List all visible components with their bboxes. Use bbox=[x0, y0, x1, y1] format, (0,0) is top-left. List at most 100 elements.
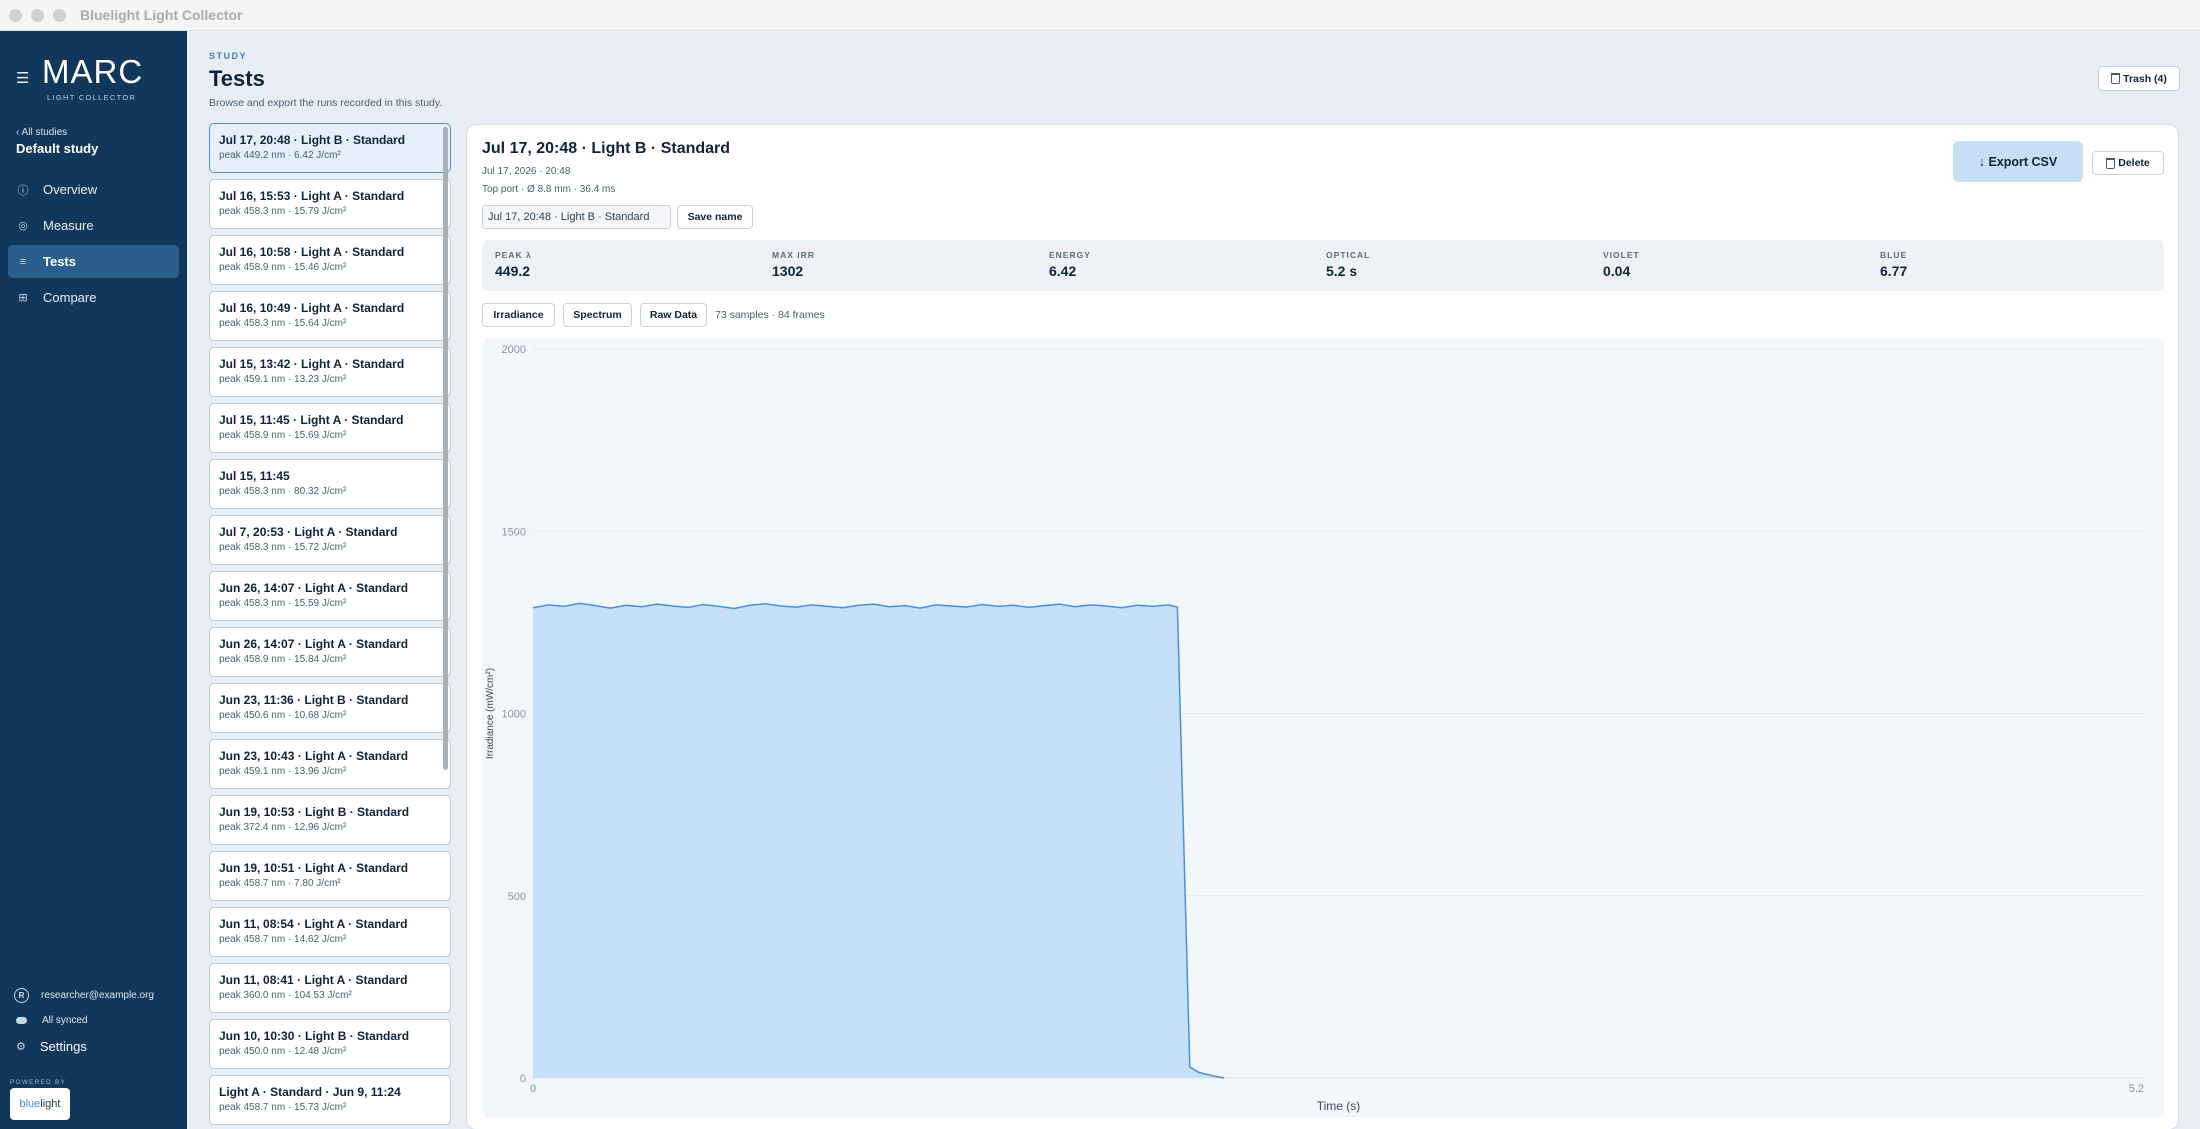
page-title: Tests bbox=[209, 66, 265, 91]
test-list-item[interactable]: Jun 19, 10:53 · Light B · Standard peak 3… bbox=[209, 795, 451, 845]
test-item-title: Jun 10, 10:30 · Light B · Standard bbox=[219, 1029, 410, 1043]
trash-label: Trash (4) bbox=[2123, 72, 2167, 85]
metric-label: OPTICAL bbox=[1326, 250, 1371, 260]
metric-label: ENERGY bbox=[1049, 250, 1091, 260]
metric-label: BLUE bbox=[1880, 250, 1908, 260]
test-item-summary: peak 360.0 nm · 104.53 J/cm² bbox=[219, 990, 352, 1001]
zoom-window-button[interactable] bbox=[53, 8, 66, 22]
metric-value: 1302 bbox=[772, 263, 804, 279]
metric-value: 0.04 bbox=[1603, 263, 1631, 279]
delete-button[interactable]: Delete bbox=[2092, 151, 2164, 175]
test-list-item[interactable]: Jul 7, 20:53 · Light A · Standard peak 45… bbox=[209, 515, 451, 565]
metric-label: PEAK λ bbox=[495, 250, 532, 260]
test-item-title: Jun 11, 08:41 · Light A · Standard bbox=[219, 973, 408, 987]
close-window-button[interactable] bbox=[9, 8, 22, 22]
test-list-item[interactable]: Jun 10, 10:30 · Light B · Standard peak 4… bbox=[209, 1019, 451, 1069]
trash-icon bbox=[2111, 73, 2121, 84]
test-list-item[interactable]: Jun 11, 08:41 · Light A · Standard peak 3… bbox=[209, 963, 451, 1013]
test-list-item[interactable]: Jun 11, 08:54 · Light A · Standard peak 4… bbox=[209, 907, 451, 957]
window-title: Bluelight Light Collector bbox=[80, 7, 243, 23]
window-titlebar: Bluelight Light Collector bbox=[0, 0, 2200, 31]
bluelight-logo: blue light bbox=[10, 1088, 70, 1120]
test-item-summary: peak 450.6 nm · 10.68 J/cm² bbox=[219, 710, 347, 721]
test-item-title: Jul 16, 10:58 · Light A · Standard bbox=[219, 245, 405, 259]
logo: MARC bbox=[42, 53, 144, 90]
metric-value: 6.42 bbox=[1049, 263, 1077, 279]
test-item-title: Jun 19, 10:51 · Light A · Standard bbox=[219, 861, 409, 875]
irradiance-area bbox=[533, 603, 1224, 1078]
test-item-summary: peak 458.9 nm · 15.84 J/cm² bbox=[219, 654, 347, 665]
metric-blue: BLUE 6.77 bbox=[1880, 250, 1907, 279]
metric-label: MAX IRR bbox=[772, 250, 815, 260]
sidebar-item-settings[interactable]: ⚙ Settings bbox=[16, 1039, 87, 1054]
logo-subtitle: LIGHT COLLECTOR bbox=[47, 93, 137, 102]
test-item-title: Jun 26, 14:07 · Light A · Standard bbox=[219, 637, 409, 651]
test-list-item[interactable]: Jun 23, 10:43 · Light A · Standard peak 4… bbox=[209, 739, 451, 789]
test-list-item[interactable]: Jul 16, 10:58 · Light A · Standard peak 4… bbox=[209, 235, 451, 285]
test-item-summary: peak 458.3 nm · 15.72 J/cm² bbox=[219, 542, 347, 553]
metric-violet: VIOLET 0.04 bbox=[1603, 250, 1640, 279]
y-axis-label: Irradiance (mW/cm²) bbox=[485, 668, 496, 759]
test-item-title: Jul 17, 20:48 · Light B · Standard bbox=[219, 133, 406, 147]
sidebar-item-measure[interactable]: ◎ Measure bbox=[8, 209, 179, 242]
test-item-summary: peak 459.1 nm · 13.96 J/cm² bbox=[219, 766, 347, 777]
test-list-item[interactable]: Jun 26, 14:07 · Light A · Standard peak 4… bbox=[209, 627, 451, 677]
trash-button[interactable]: Trash (4) bbox=[2098, 66, 2180, 91]
test-item-title: Jun 11, 08:54 · Light A · Standard bbox=[219, 917, 408, 931]
test-item-title: Jul 16, 10:49 · Light A · Standard bbox=[219, 301, 405, 315]
test-item-summary: peak 458.7 nm · 7.80 J/cm² bbox=[219, 878, 341, 889]
sidebar-item-overview[interactable]: ⓘ Overview bbox=[8, 173, 179, 206]
test-list-item[interactable]: Jul 15, 11:45 peak 458.3 nm · 80.32 J/cm² bbox=[209, 459, 451, 509]
test-list-item[interactable]: Jun 19, 10:51 · Light A · Standard peak 4… bbox=[209, 851, 451, 901]
cloud-icon bbox=[16, 1017, 27, 1024]
tab-spectrum[interactable]: Spectrum bbox=[563, 303, 632, 327]
test-list-item[interactable]: Jul 15, 13:42 · Light A · Standard peak 4… bbox=[209, 347, 451, 397]
test-list-item[interactable]: Jul 16, 15:53 · Light A · Standard peak 4… bbox=[209, 179, 451, 229]
y-tick-label: 0 bbox=[520, 1073, 526, 1085]
sidebar-item-tests[interactable]: ≡ Tests bbox=[8, 245, 179, 278]
test-item-summary: peak 459.1 nm · 13.23 J/cm² bbox=[219, 374, 347, 385]
test-list-item[interactable]: Light A · Standard · Jun 9, 11:24 peak 45… bbox=[209, 1075, 451, 1125]
test-list-item[interactable]: Jul 17, 20:48 · Light B · Standard peak 4… bbox=[209, 123, 451, 173]
metric-value: 5.2 s bbox=[1326, 263, 1358, 279]
list-scrollbar[interactable] bbox=[443, 127, 448, 770]
test-detail-card: Jul 17, 20:48 · Light B · Standard Jul 1… bbox=[466, 124, 2179, 1129]
test-item-title: Jun 26, 14:07 · Light A · Standard bbox=[219, 581, 409, 595]
sidebar-item-compare[interactable]: ⊞ Compare bbox=[8, 281, 179, 314]
info-icon: ⓘ bbox=[17, 184, 29, 197]
test-name-input[interactable] bbox=[482, 205, 671, 229]
all-studies-link[interactable]: ‹ All studies bbox=[16, 127, 67, 138]
test-item-title: Jun 23, 10:43 · Light A · Standard bbox=[219, 749, 409, 763]
sidebar: ☰ MARC LIGHT COLLECTOR ‹ All studies Def… bbox=[0, 31, 187, 1129]
sync-status: All synced bbox=[16, 1015, 88, 1026]
test-item-title: Jun 19, 10:53 · Light B · Standard bbox=[219, 805, 410, 819]
metric-optical: OPTICAL 5.2 s bbox=[1326, 250, 1370, 279]
page-description: Browse and export the runs recorded in t… bbox=[209, 97, 443, 109]
user-account[interactable]: R researcher@example.org bbox=[14, 988, 154, 1003]
tab-irradiance[interactable]: Irradiance bbox=[482, 303, 555, 327]
metric-peak: PEAK λ 449.2 bbox=[495, 250, 532, 279]
test-item-title: Jul 15, 13:42 · Light A · Standard bbox=[219, 357, 405, 371]
grid-icon: ⊞ bbox=[18, 292, 28, 304]
y-tick-label: 2000 bbox=[502, 344, 526, 356]
window-controls[interactable] bbox=[9, 8, 66, 22]
test-list-item[interactable]: Jul 15, 11:45 · Light A · Standard peak 4… bbox=[209, 403, 451, 453]
x-tick-label: 5.2 bbox=[2129, 1083, 2144, 1095]
sample-info: 73 samples · 84 frames bbox=[715, 309, 825, 321]
sidebar-item-label: Settings bbox=[39, 1039, 87, 1054]
test-list-item[interactable]: Jun 26, 14:07 · Light A · Standard peak 4… bbox=[209, 571, 451, 621]
study-name: Default study bbox=[16, 141, 99, 156]
save-name-button[interactable]: Save name bbox=[677, 205, 753, 229]
test-list: Jul 17, 20:48 · Light B · Standard peak 4… bbox=[209, 123, 451, 1129]
menu-icon[interactable]: ☰ bbox=[16, 69, 29, 87]
y-tick-label: 1000 bbox=[502, 709, 526, 721]
powered-by-label: POWERED BY bbox=[10, 1079, 67, 1086]
tab-raw-data[interactable]: Raw Data bbox=[640, 303, 707, 327]
test-date: Jul 17, 2026 · 20:48 bbox=[482, 166, 571, 177]
test-list-item[interactable]: Jul 16, 10:49 · Light A · Standard peak 4… bbox=[209, 291, 451, 341]
minimize-window-button[interactable] bbox=[31, 8, 44, 22]
test-list-item[interactable]: Jun 23, 11:36 · Light B · Standard peak 4… bbox=[209, 683, 451, 733]
export-csv-button[interactable]: ↓ Export CSV bbox=[1953, 141, 2083, 182]
test-item-summary: peak 458.9 nm · 15.46 J/cm² bbox=[219, 262, 347, 273]
test-item-summary: peak 458.7 nm · 15.73 J/cm² bbox=[219, 1102, 347, 1113]
